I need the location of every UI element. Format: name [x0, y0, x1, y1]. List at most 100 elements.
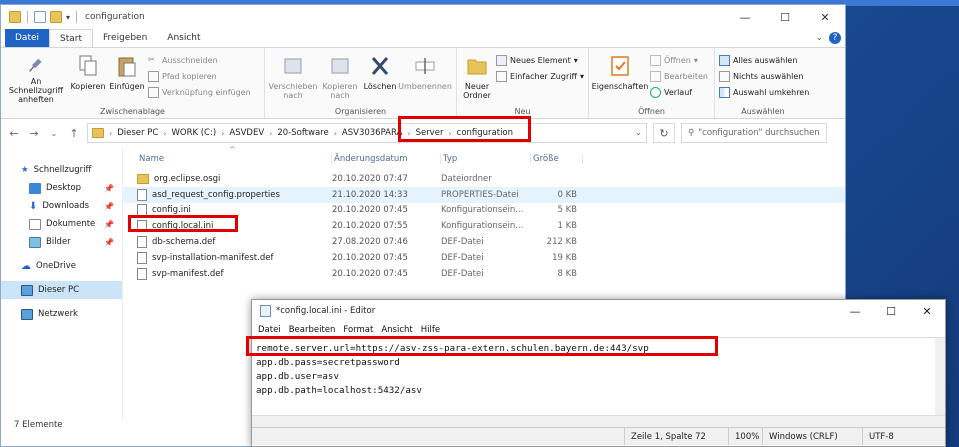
file-size: 5 KB [557, 205, 577, 216]
minimize-icon[interactable]: — [837, 300, 873, 322]
breadcrumb-item[interactable]: WORK (C:) [171, 128, 216, 138]
chevron-down-icon[interactable]: ⌄ [47, 129, 61, 138]
copy-path-label: Pfad kopieren [162, 72, 217, 81]
chevron-down-icon[interactable]: ⌄ [815, 33, 823, 43]
file-name: svp-installation-manifest.def [152, 252, 274, 263]
table-row[interactable]: svp-manifest.def 20.10.2020 07:45 DEF-Date… [123, 266, 845, 282]
nav-label: Downloads [42, 201, 90, 211]
vertical-scrollbar[interactable] [935, 338, 945, 415]
delete-icon [371, 57, 389, 75]
table-row[interactable]: org.eclipse.osgi 20.10.2020 07:47 Dateiord… [123, 171, 845, 187]
tab-file[interactable]: Datei [5, 29, 50, 47]
properties-label: Eigenschaften [591, 82, 649, 91]
pin-icon[interactable]: 📌 [104, 238, 114, 247]
nav-documents[interactable]: Dokumente 📌 [1, 215, 122, 233]
refresh-icon[interactable]: ↻ [653, 123, 675, 143]
properties-button[interactable]: Eigenschaften [591, 52, 649, 104]
menu-file[interactable]: Datei [258, 325, 281, 335]
search-box[interactable]: ⚲ "configuration" durchsuchen [681, 123, 827, 143]
back-icon[interactable]: ← [7, 127, 21, 140]
new-item-button[interactable]: Neues Element ▾ [496, 54, 584, 67]
move-to-button[interactable]: Verschieben nach [269, 52, 317, 104]
column-type[interactable]: Typ [441, 154, 531, 164]
rename-button[interactable]: Umbenennen [398, 52, 452, 104]
nav-onedrive[interactable]: ☁ OneDrive [1, 257, 122, 275]
column-size[interactable]: Größe [531, 154, 583, 164]
menu-view[interactable]: Ansicht [381, 325, 412, 335]
text-line: app.db.user=asv [256, 371, 339, 382]
nav-desktop[interactable]: Desktop 📌 [1, 179, 122, 197]
breadcrumb-item[interactable]: ASVDEV [229, 128, 264, 138]
table-row[interactable]: db-schema.def 27.08.2020 07:46 DEF-Datei 21… [123, 234, 845, 250]
minimize-icon[interactable]: — [725, 5, 765, 29]
nav-label: Netzwerk [38, 309, 78, 319]
new-folder-icon[interactable] [50, 11, 62, 23]
file-name: asd_request_config.properties [152, 189, 280, 200]
copy-button[interactable]: Kopieren [70, 52, 106, 104]
column-name[interactable]: Name [137, 154, 332, 164]
close-icon[interactable]: ✕ [909, 300, 945, 322]
menu-edit[interactable]: Bearbeiten [289, 325, 336, 335]
tab-view[interactable]: Ansicht [157, 29, 210, 47]
group-label: Neu [514, 107, 531, 116]
cut-button[interactable]: ✂ Ausschneiden [148, 54, 251, 67]
new-item-icon [496, 55, 508, 66]
breadcrumb-item[interactable]: 20-Software [277, 128, 328, 138]
breadcrumb-item[interactable]: Dieser PC [117, 128, 158, 138]
maximize-icon[interactable]: ☐ [873, 300, 909, 322]
maximize-icon[interactable]: ☐ [765, 5, 805, 29]
pin-icon[interactable]: 📌 [104, 202, 114, 211]
history-button[interactable]: Verlauf [650, 86, 708, 99]
horizontal-scrollbar[interactable] [252, 415, 945, 427]
select-none-button[interactable]: Nichts auswählen [719, 70, 809, 83]
up-icon[interactable]: ↑ [67, 127, 81, 140]
tab-share[interactable]: Freigeben [93, 29, 157, 47]
copy-to-button[interactable]: Kopieren nach [320, 52, 360, 104]
forward-icon[interactable]: → [27, 127, 41, 140]
chevron-down-icon[interactable]: ▾ [66, 13, 70, 22]
nav-network[interactable]: Netzwerk [1, 305, 122, 323]
nav-quick-access[interactable]: ★ Schnellzugriff [1, 161, 122, 179]
breadcrumb-item[interactable]: ASV3036PARA [342, 128, 402, 138]
help-icon[interactable]: ? [829, 32, 841, 44]
tab-start[interactable]: Start [49, 29, 94, 47]
select-none-icon [719, 71, 730, 82]
paste-button[interactable]: Einfügen [109, 52, 145, 104]
new-folder-button[interactable]: Neuer Ordner [461, 52, 493, 104]
properties-icon[interactable] [34, 11, 46, 23]
separator [27, 11, 28, 23]
address-bar[interactable]: › Dieser PC › WORK (C:) › ASVDEV › 20-So… [87, 123, 647, 143]
file-date: 20.10.2020 07:55 [332, 221, 408, 232]
shortcut-icon [148, 87, 159, 98]
group-new: Neuer Ordner Neues Element ▾ Einfacher Zu… [457, 48, 589, 118]
table-row[interactable]: svp-installation-manifest.def 20.10.2020 … [123, 250, 845, 266]
menu-help[interactable]: Hilfe [421, 325, 440, 335]
open-button[interactable]: Öffnen ▾ [650, 54, 708, 67]
file-date: 20.10.2020 07:45 [332, 268, 408, 279]
select-all-button[interactable]: Alles auswählen [719, 54, 809, 67]
delete-button[interactable]: Löschen [363, 52, 397, 104]
move-icon [284, 58, 302, 74]
chevron-down-icon[interactable]: ⌄ [635, 128, 642, 138]
menu-format[interactable]: Format [343, 325, 373, 335]
edit-button[interactable]: Bearbeiten [650, 70, 708, 83]
copy-path-button[interactable]: Pfad kopieren [148, 70, 251, 83]
nav-this-pc[interactable]: Dieser PC [1, 281, 122, 299]
pin-icon[interactable]: 📌 [104, 184, 114, 193]
group-label: Zwischenablage [100, 107, 165, 116]
highlight-box [128, 215, 238, 232]
notepad-status-bar: Zeile 1, Spalte 72 100% Windows (CRLF) U… [252, 427, 945, 445]
nav-downloads[interactable]: ⬇ Downloads 📌 [1, 197, 122, 215]
easy-access-button[interactable]: Einfacher Zugriff ▾ [496, 70, 584, 83]
close-icon[interactable]: ✕ [805, 5, 845, 29]
invert-selection-button[interactable]: Auswahl umkehren [719, 86, 809, 99]
table-row[interactable]: asd_request_config.properties 21.10.2020 … [123, 186, 845, 203]
nav-pictures[interactable]: Bilder 📌 [1, 233, 122, 251]
file-type: Dateiordner [441, 173, 492, 184]
pin-quick-access-button[interactable]: An Schnellzugriff anheften [5, 52, 67, 104]
notepad-title: *config.local.ini - Editor [276, 306, 376, 316]
column-date[interactable]: Änderungsdatum [332, 154, 441, 164]
pin-icon[interactable]: 📌 [104, 220, 114, 229]
group-select: Alles auswählen Nichts auswählen Auswahl… [715, 48, 811, 118]
paste-shortcut-button[interactable]: Verknüpfung einfügen [148, 86, 251, 99]
